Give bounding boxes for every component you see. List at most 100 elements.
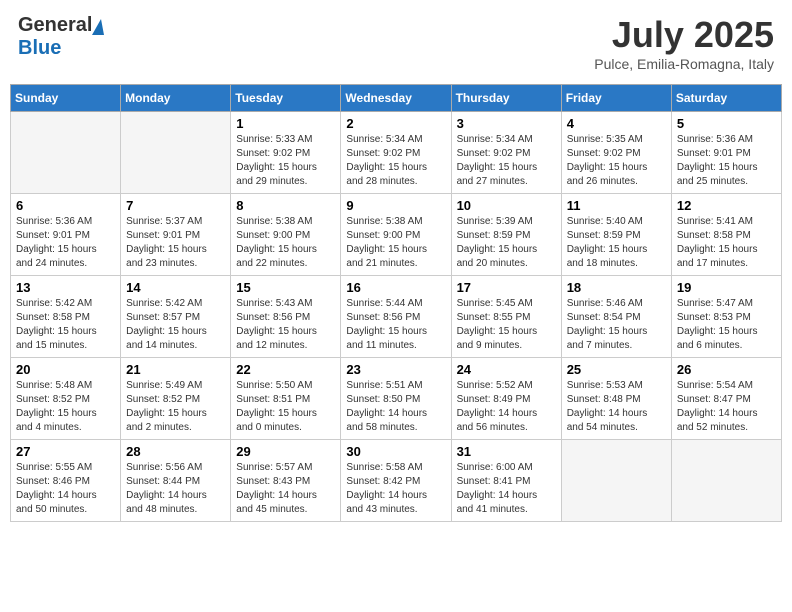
day-info: Sunrise: 5:33 AM Sunset: 9:02 PM Dayligh… [236, 133, 335, 189]
day-info: Sunrise: 5:44 AM Sunset: 8:56 PM Dayligh… [346, 297, 445, 353]
calendar-cell: 20 Sunrise: 5:48 AM Sunset: 8:52 PM Dayli… [11, 358, 121, 440]
calendar-cell: 6 Sunrise: 5:36 AM Sunset: 9:01 PM Daylig… [11, 194, 121, 276]
logo: General Blue [18, 14, 104, 60]
calendar-cell: 3 Sunrise: 5:34 AM Sunset: 9:02 PM Daylig… [451, 112, 561, 194]
calendar-cell: 25 Sunrise: 5:53 AM Sunset: 8:48 PM Dayli… [561, 358, 671, 440]
day-info: Sunrise: 5:38 AM Sunset: 9:00 PM Dayligh… [236, 215, 335, 271]
day-number: 6 [16, 198, 115, 213]
day-info: Sunrise: 5:53 AM Sunset: 8:48 PM Dayligh… [567, 379, 666, 435]
day-number: 27 [16, 444, 115, 459]
day-info: Sunrise: 5:36 AM Sunset: 9:01 PM Dayligh… [677, 133, 776, 189]
calendar-subtitle: Pulce, Emilia-Romagna, Italy [594, 56, 774, 72]
calendar-cell: 16 Sunrise: 5:44 AM Sunset: 8:56 PM Dayli… [341, 276, 451, 358]
calendar-cell: 18 Sunrise: 5:46 AM Sunset: 8:54 PM Dayli… [561, 276, 671, 358]
calendar-cell: 12 Sunrise: 5:41 AM Sunset: 8:58 PM Dayli… [671, 194, 781, 276]
day-info: Sunrise: 5:46 AM Sunset: 8:54 PM Dayligh… [567, 297, 666, 353]
day-info: Sunrise: 5:48 AM Sunset: 8:52 PM Dayligh… [16, 379, 115, 435]
calendar-cell: 11Sunrise: 5:40 AM Sunset: 8:59 PM Dayli… [561, 194, 671, 276]
calendar-cell: 17 Sunrise: 5:45 AM Sunset: 8:55 PM Dayli… [451, 276, 561, 358]
day-number: 29 [236, 444, 335, 459]
day-number: 25 [567, 362, 666, 377]
day-number: 24 [457, 362, 556, 377]
calendar-cell: 15Sunrise: 5:43 AM Sunset: 8:56 PM Dayli… [231, 276, 341, 358]
day-info: Sunrise: 5:55 AM Sunset: 8:46 PM Dayligh… [16, 461, 115, 517]
calendar-cell: 26 Sunrise: 5:54 AM Sunset: 8:47 PM Dayli… [671, 358, 781, 440]
header-friday: Friday [561, 85, 671, 112]
day-number: 4 [567, 116, 666, 131]
calendar-table: SundayMondayTuesdayWednesdayThursdayFrid… [10, 84, 782, 522]
calendar-title: July 2025 [594, 14, 774, 56]
header-wednesday: Wednesday [341, 85, 451, 112]
day-number: 12 [677, 198, 776, 213]
logo-general-text: General [18, 14, 92, 37]
day-number: 17 [457, 280, 556, 295]
calendar-cell: 30 Sunrise: 5:58 AM Sunset: 8:42 PM Dayli… [341, 440, 451, 522]
calendar-cell: 24 Sunrise: 5:52 AM Sunset: 8:49 PM Dayli… [451, 358, 561, 440]
calendar-cell [671, 440, 781, 522]
day-number: 10 [457, 198, 556, 213]
day-info: Sunrise: 5:57 AM Sunset: 8:43 PM Dayligh… [236, 461, 335, 517]
logo-blue-text: Blue [18, 37, 61, 59]
calendar-cell: 10 Sunrise: 5:39 AM Sunset: 8:59 PM Dayli… [451, 194, 561, 276]
calendar-cell: 13Sunrise: 5:42 AM Sunset: 8:58 PM Dayli… [11, 276, 121, 358]
calendar-cell: 19Sunrise: 5:47 AM Sunset: 8:53 PM Dayli… [671, 276, 781, 358]
day-number: 28 [126, 444, 225, 459]
day-info: Sunrise: 5:36 AM Sunset: 9:01 PM Dayligh… [16, 215, 115, 271]
day-number: 18 [567, 280, 666, 295]
day-number: 8 [236, 198, 335, 213]
day-number: 2 [346, 116, 445, 131]
calendar-cell: 4Sunrise: 5:35 AM Sunset: 9:02 PM Daylig… [561, 112, 671, 194]
title-block: July 2025 Pulce, Emilia-Romagna, Italy [594, 14, 774, 72]
day-info: Sunrise: 5:40 AM Sunset: 8:59 PM Dayligh… [567, 215, 666, 271]
header-sunday: Sunday [11, 85, 121, 112]
calendar-week-3: 13Sunrise: 5:42 AM Sunset: 8:58 PM Dayli… [11, 276, 782, 358]
header-monday: Monday [121, 85, 231, 112]
day-info: Sunrise: 5:52 AM Sunset: 8:49 PM Dayligh… [457, 379, 556, 435]
header-saturday: Saturday [671, 85, 781, 112]
calendar-cell [11, 112, 121, 194]
day-info: Sunrise: 5:45 AM Sunset: 8:55 PM Dayligh… [457, 297, 556, 353]
day-info: Sunrise: 5:50 AM Sunset: 8:51 PM Dayligh… [236, 379, 335, 435]
day-number: 26 [677, 362, 776, 377]
calendar-week-5: 27 Sunrise: 5:55 AM Sunset: 8:46 PM Dayli… [11, 440, 782, 522]
calendar-cell: 14Sunrise: 5:42 AM Sunset: 8:57 PM Dayli… [121, 276, 231, 358]
day-info: Sunrise: 5:47 AM Sunset: 8:53 PM Dayligh… [677, 297, 776, 353]
calendar-cell: 7 Sunrise: 5:37 AM Sunset: 9:01 PM Daylig… [121, 194, 231, 276]
day-info: Sunrise: 5:41 AM Sunset: 8:58 PM Dayligh… [677, 215, 776, 271]
day-info: Sunrise: 5:58 AM Sunset: 8:42 PM Dayligh… [346, 461, 445, 517]
calendar-week-1: 1Sunrise: 5:33 AM Sunset: 9:02 PM Daylig… [11, 112, 782, 194]
calendar-week-4: 20 Sunrise: 5:48 AM Sunset: 8:52 PM Dayli… [11, 358, 782, 440]
calendar-cell: 9 Sunrise: 5:38 AM Sunset: 9:00 PM Daylig… [341, 194, 451, 276]
day-number: 9 [346, 198, 445, 213]
calendar-cell: 1Sunrise: 5:33 AM Sunset: 9:02 PM Daylig… [231, 112, 341, 194]
calendar-cell: 5 Sunrise: 5:36 AM Sunset: 9:01 PM Daylig… [671, 112, 781, 194]
calendar-cell: 27 Sunrise: 5:55 AM Sunset: 8:46 PM Dayli… [11, 440, 121, 522]
day-number: 21 [126, 362, 225, 377]
day-number: 22 [236, 362, 335, 377]
day-info: Sunrise: 5:37 AM Sunset: 9:01 PM Dayligh… [126, 215, 225, 271]
day-info: Sunrise: 5:56 AM Sunset: 8:44 PM Dayligh… [126, 461, 225, 517]
day-info: Sunrise: 5:54 AM Sunset: 8:47 PM Dayligh… [677, 379, 776, 435]
calendar-cell [121, 112, 231, 194]
day-number: 30 [346, 444, 445, 459]
calendar-cell: 2 Sunrise: 5:34 AM Sunset: 9:02 PM Daylig… [341, 112, 451, 194]
day-info: Sunrise: 5:43 AM Sunset: 8:56 PM Dayligh… [236, 297, 335, 353]
day-number: 31 [457, 444, 556, 459]
day-number: 5 [677, 116, 776, 131]
day-info: Sunrise: 5:39 AM Sunset: 8:59 PM Dayligh… [457, 215, 556, 271]
page-header: General Blue July 2025 Pulce, Emilia-Rom… [10, 10, 782, 76]
day-number: 20 [16, 362, 115, 377]
day-number: 13 [16, 280, 115, 295]
day-info: Sunrise: 5:34 AM Sunset: 9:02 PM Dayligh… [457, 133, 556, 189]
day-number: 16 [346, 280, 445, 295]
calendar-cell: 8 Sunrise: 5:38 AM Sunset: 9:00 PM Daylig… [231, 194, 341, 276]
calendar-cell: 29 Sunrise: 5:57 AM Sunset: 8:43 PM Dayli… [231, 440, 341, 522]
day-number: 7 [126, 198, 225, 213]
day-info: Sunrise: 5:38 AM Sunset: 9:00 PM Dayligh… [346, 215, 445, 271]
day-info: Sunrise: 5:34 AM Sunset: 9:02 PM Dayligh… [346, 133, 445, 189]
day-number: 23 [346, 362, 445, 377]
day-number: 3 [457, 116, 556, 131]
calendar-week-2: 6 Sunrise: 5:36 AM Sunset: 9:01 PM Daylig… [11, 194, 782, 276]
header-tuesday: Tuesday [231, 85, 341, 112]
logo-triangle-icon [92, 19, 104, 35]
